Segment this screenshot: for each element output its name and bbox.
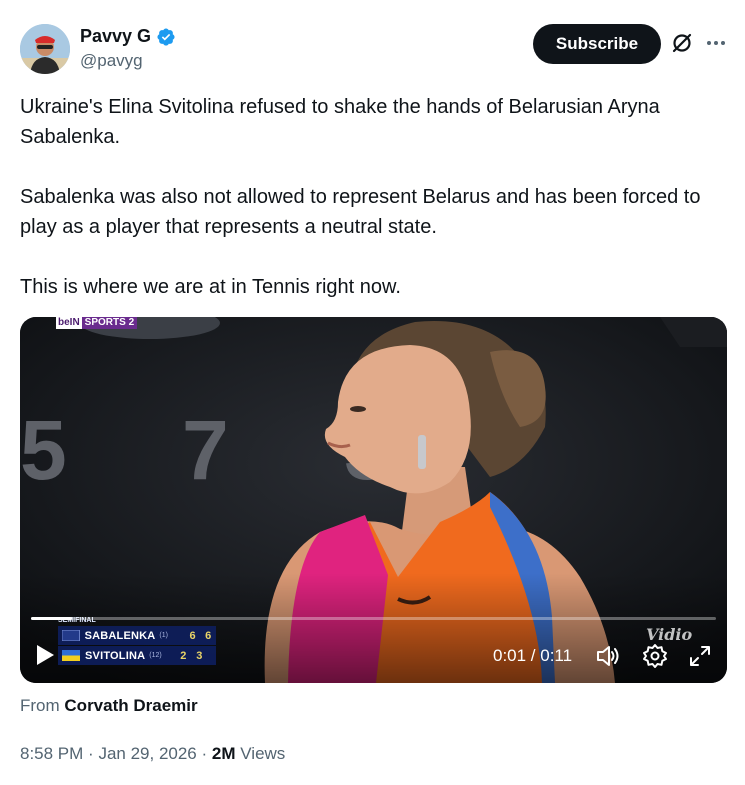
grok-icon[interactable] — [670, 31, 694, 55]
meta-separator: · — [88, 744, 94, 763]
set-score: 3 — [196, 649, 203, 662]
author-name-row: Pavvy G — [80, 26, 176, 47]
verified-badge-icon — [157, 27, 175, 46]
broadcaster-logo: beIN SPORTS 2 — [56, 317, 138, 329]
settings-gear-icon[interactable] — [642, 643, 668, 669]
play-icon[interactable] — [34, 643, 56, 667]
video-attribution: From Corvath Draemir — [20, 696, 198, 716]
player-name: SVITOLINA — [85, 649, 146, 662]
tweet-meta: 8:58 PM · Jan 29, 2026 · 2M Views — [20, 744, 285, 764]
scoreboard-row: SABALENKA (1) 6 6 — [58, 626, 216, 645]
vidio-watermark: Vidio — [646, 625, 693, 644]
tweet-time[interactable]: 8:58 PM — [20, 744, 83, 763]
subscribe-button[interactable]: Subscribe — [533, 24, 661, 64]
broadcaster-channel: SPORTS 2 — [81, 317, 138, 329]
fullscreen-icon[interactable] — [687, 643, 713, 669]
author-handle[interactable]: @pavyg — [80, 51, 143, 71]
scoreboard-row: SVITOLINA (12) 2 3 — [58, 646, 216, 665]
set-score: 2 — [180, 649, 187, 662]
tweet-text: Ukraine's Elina Svitolina refused to sha… — [20, 92, 725, 302]
player-seed: (12) — [149, 652, 162, 659]
video-progress-bar[interactable] — [31, 617, 716, 620]
set-score: 6 — [189, 629, 196, 642]
broadcaster-name: beIN — [56, 317, 82, 329]
video-player[interactable]: 5 7 3 beIN SPORTS 2 SEMIFINAL SABALENKA … — [20, 317, 727, 683]
video-time: 0:01 / 0:11 — [493, 646, 573, 665]
scoreboard: SEMIFINAL SABALENKA (1) 6 6 SVITOLINA (1… — [58, 617, 216, 665]
author-display-name[interactable]: Pavvy G — [80, 26, 151, 47]
player-name: SABALENKA — [84, 629, 156, 642]
set-score: 6 — [205, 629, 212, 642]
tweet-paragraph: Sabalenka was also not allowed to repres… — [20, 186, 701, 238]
tweet-paragraph: This is where we are at in Tennis right … — [20, 276, 401, 298]
tweet-paragraph: Ukraine's Elina Svitolina refused to sha… — [20, 96, 660, 148]
player-seed: (1) — [159, 632, 168, 639]
meta-separator: · — [201, 744, 208, 763]
more-dots-icon[interactable] — [704, 32, 728, 54]
video-progress-fill — [31, 617, 73, 620]
views-count: 2M — [211, 744, 236, 763]
ukraine-flag-icon — [62, 650, 80, 661]
avatar[interactable] — [20, 24, 70, 74]
volume-icon[interactable] — [595, 643, 621, 669]
views-label: Views — [240, 744, 286, 763]
neutral-flag-icon — [62, 630, 80, 641]
attribution-source-link[interactable]: Corvath Draemir — [64, 696, 197, 715]
attribution-prefix: From — [20, 696, 60, 715]
tweet-date[interactable]: Jan 29, 2026 — [98, 744, 196, 763]
